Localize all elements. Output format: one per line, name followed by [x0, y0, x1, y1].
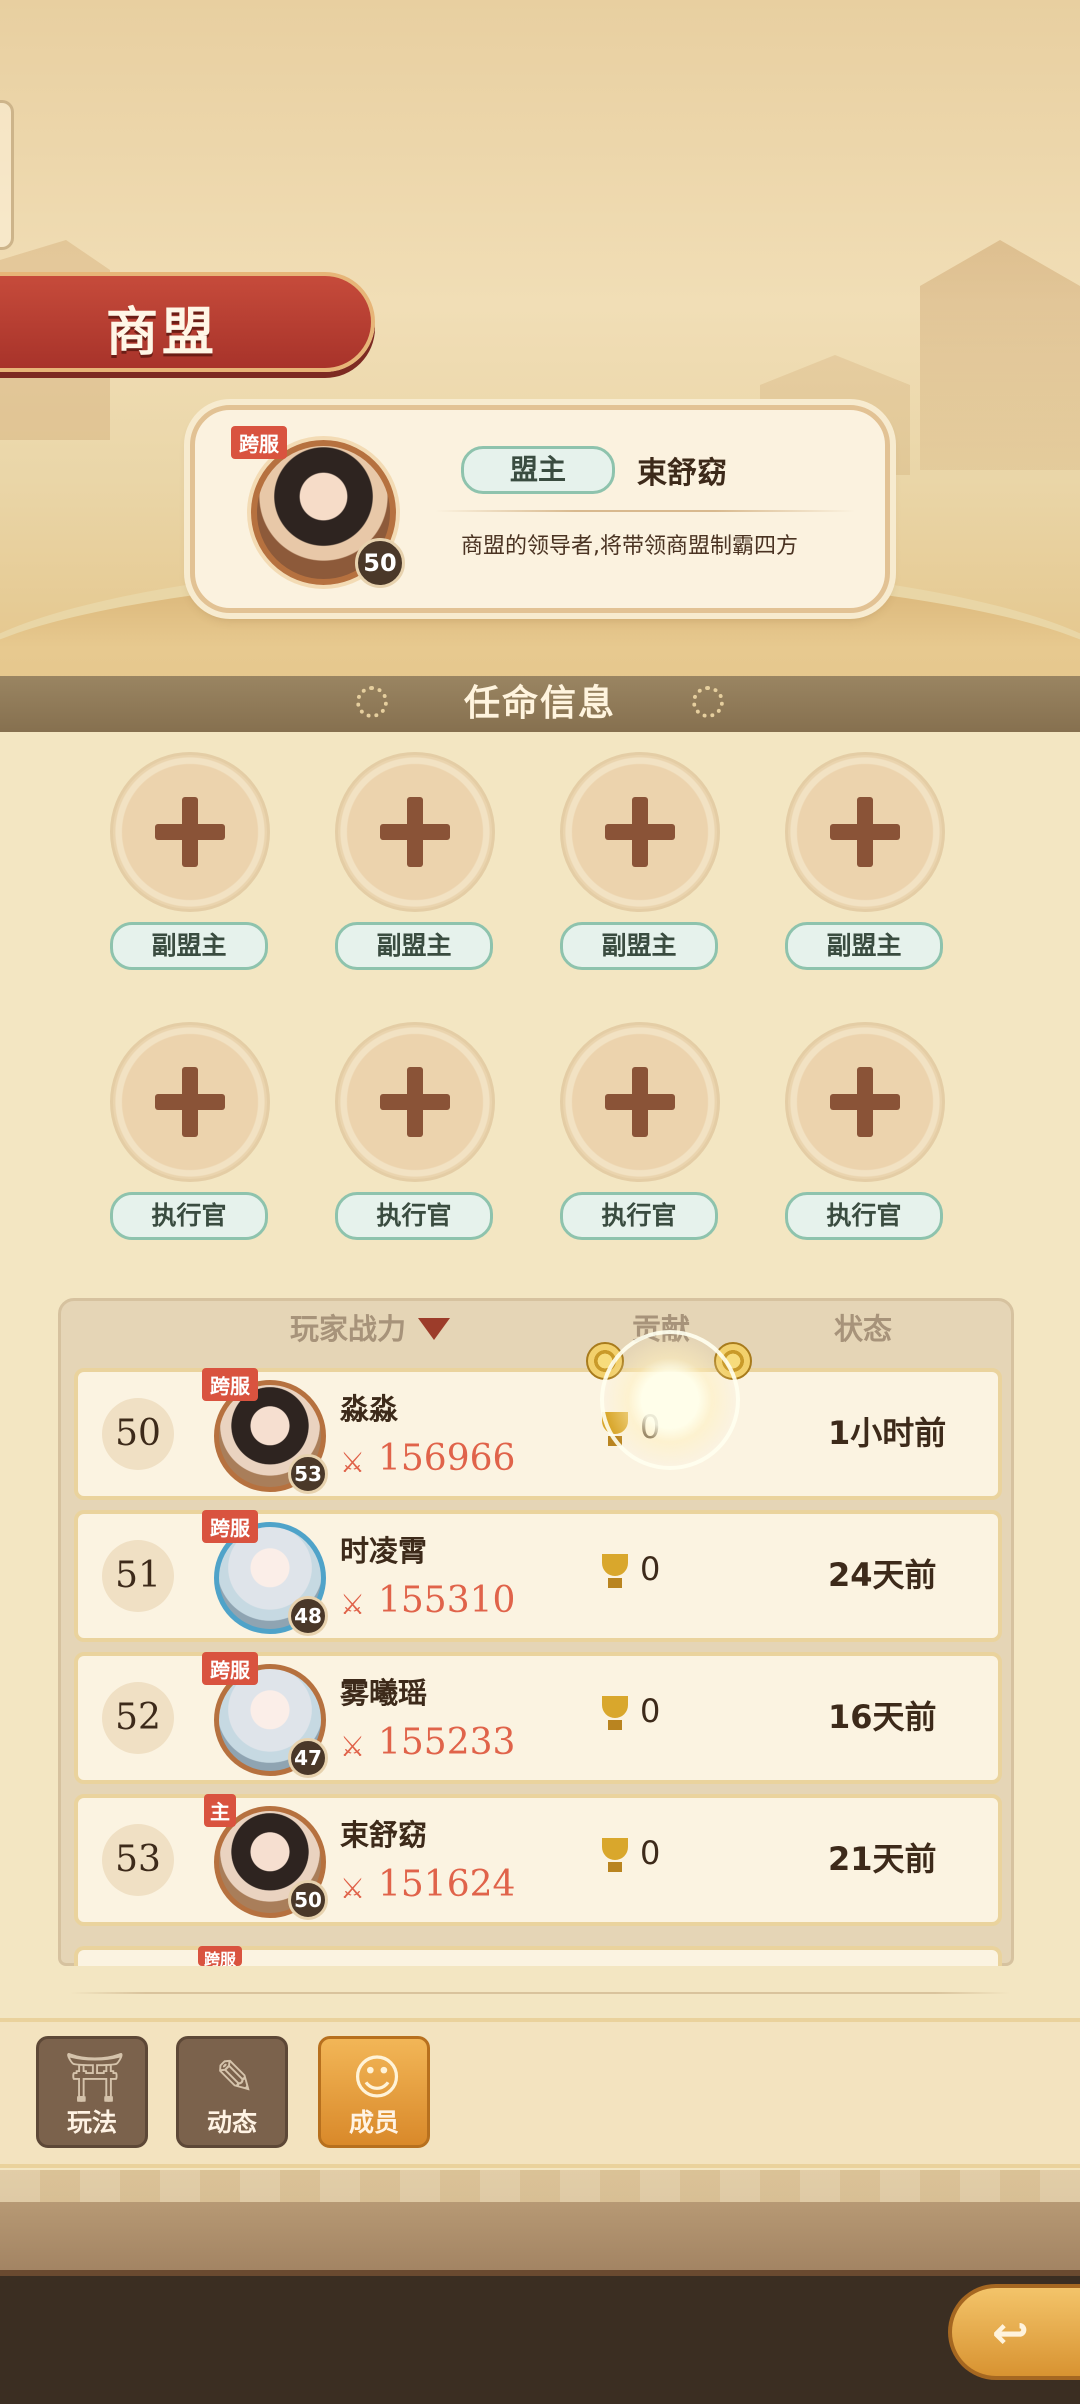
rank-number: 51	[102, 1540, 174, 1612]
notes-icon: ✎	[214, 2050, 256, 2106]
member-contribution: 0	[640, 1692, 661, 1730]
nav-item-news[interactable]: ✎ 动态	[176, 2036, 288, 2148]
slot-role-label: 执行官	[560, 1192, 718, 1240]
plus-icon	[605, 1067, 675, 1137]
leader-badge: 主	[204, 1794, 236, 1827]
member-power: 155310	[378, 1580, 516, 1621]
rank-number: 52	[102, 1682, 174, 1754]
slot-role-label: 副盟主	[335, 922, 493, 970]
member-status: 21天前	[828, 1840, 937, 1878]
slot-add-button[interactable]	[110, 752, 270, 912]
trophy-icon	[598, 1838, 632, 1874]
table-row[interactable]: 51 跨服 48 时凌霄 ⚔ 155310 0 24天前	[74, 1510, 1002, 1642]
slot-add-button[interactable]	[335, 1022, 495, 1182]
tap-glow-effect	[600, 1330, 740, 1470]
member-level: 48	[288, 1596, 328, 1636]
member-name: 时凌霄	[340, 1534, 428, 1568]
leader-name: 束舒窈	[637, 456, 727, 491]
cross-server-badge: 跨服	[202, 1368, 258, 1401]
member-power: 151624	[378, 1864, 516, 1905]
rank-number: 53	[102, 1824, 174, 1896]
member-name: 雾曦瑶	[340, 1676, 428, 1710]
leader-level: 50	[355, 538, 405, 588]
cross-server-badge: 跨服	[231, 426, 287, 459]
plus-icon	[830, 797, 900, 867]
sort-desc-icon[interactable]	[418, 1318, 450, 1340]
slot-role-label: 执行官	[335, 1192, 493, 1240]
slot-add-button[interactable]	[560, 752, 720, 912]
slot-role-label: 副盟主	[110, 922, 268, 970]
plus-icon	[830, 1067, 900, 1137]
nav-item-members[interactable]: ☺ 成员	[318, 2036, 430, 2148]
nav-label: 动态	[206, 2108, 257, 2137]
member-name: 束舒窈	[340, 1818, 428, 1852]
table-row[interactable]: 53 主 50 束舒窈 ⚔ 151624 0 21天前	[74, 1794, 1002, 1926]
page-title: 商盟	[106, 303, 219, 363]
side-drawer-handle[interactable]	[0, 100, 14, 250]
member-power: 156966	[378, 1438, 516, 1479]
crossed-swords-icon: ⚔	[340, 1730, 366, 1763]
nav-label: 成员	[348, 2108, 399, 2137]
slot-add-button[interactable]	[785, 752, 945, 912]
crossed-swords-icon: ⚔	[340, 1588, 366, 1621]
slot-add-button[interactable]	[785, 1022, 945, 1182]
back-button[interactable]: ↩	[948, 2284, 1080, 2380]
cross-server-badge: 跨服	[198, 1946, 243, 1966]
divider	[435, 510, 855, 512]
member-power: 155233	[378, 1722, 516, 1763]
nav-item-play[interactable]: ⛩ 玩法	[36, 2036, 148, 2148]
nav-label: 玩法	[66, 2108, 117, 2137]
column-header-power[interactable]: 玩家战力	[290, 1306, 406, 1348]
cross-server-badge: 跨服	[202, 1510, 258, 1543]
plus-icon	[155, 1067, 225, 1137]
section-title: 任命信息	[463, 683, 616, 724]
slot-add-button[interactable]	[335, 752, 495, 912]
member-status: 24天前	[828, 1556, 937, 1594]
column-header-status[interactable]: 状态	[834, 1306, 892, 1348]
rank-number: 50	[102, 1398, 174, 1470]
slot-role-label: 执行官	[110, 1192, 268, 1240]
member-name: 淼淼	[340, 1392, 399, 1426]
crossed-swords-icon: ⚔	[340, 1872, 366, 1905]
plus-icon	[155, 797, 225, 867]
member-contribution: 0	[640, 1550, 661, 1588]
members-icon: ☺	[351, 2050, 403, 2106]
footer-decoration	[0, 2170, 1080, 2270]
leader-role-tag: 盟主	[461, 446, 615, 494]
plus-icon	[605, 797, 675, 867]
member-level: 53	[288, 1454, 328, 1494]
slot-role-label: 副盟主	[785, 922, 943, 970]
bottom-nav	[0, 2018, 1080, 2168]
slot-role-label: 执行官	[785, 1192, 943, 1240]
palace-silhouette-right	[920, 240, 1080, 470]
table-row[interactable]: 52 跨服 47 雾曦瑶 ⚔ 155233 0 16天前	[74, 1652, 1002, 1784]
footer-bar	[0, 2270, 1080, 2404]
divider	[70, 1992, 1010, 1994]
member-status: 16天前	[828, 1698, 937, 1736]
title-banner: 商盟	[0, 272, 375, 372]
member-level: 47	[288, 1738, 328, 1778]
slot-add-button[interactable]	[110, 1022, 270, 1182]
member-status: 1小时前	[828, 1414, 947, 1452]
cross-server-badge: 跨服	[202, 1652, 258, 1685]
table-row[interactable]: 50 跨服 53 淼淼 ⚔ 156966 0 1小时前	[74, 1368, 1002, 1500]
back-arrow-icon: ↩	[992, 2308, 1029, 2359]
trophy-icon	[598, 1696, 632, 1732]
hall-icon: ⛩	[64, 2050, 126, 2106]
slot-add-button[interactable]	[560, 1022, 720, 1182]
member-level: 50	[288, 1880, 328, 1920]
member-contribution: 0	[640, 1834, 661, 1872]
crossed-swords-icon: ⚔	[340, 1446, 366, 1479]
leader-description: 商盟的领导者,将带领商盟制霸四方	[461, 534, 798, 559]
trophy-icon	[598, 1554, 632, 1590]
slot-role-label: 副盟主	[560, 922, 718, 970]
plus-icon	[380, 797, 450, 867]
leader-card[interactable]: 跨服 50 盟主 束舒窈 商盟的领导者,将带领商盟制霸四方	[190, 405, 890, 613]
plus-icon	[380, 1067, 450, 1137]
